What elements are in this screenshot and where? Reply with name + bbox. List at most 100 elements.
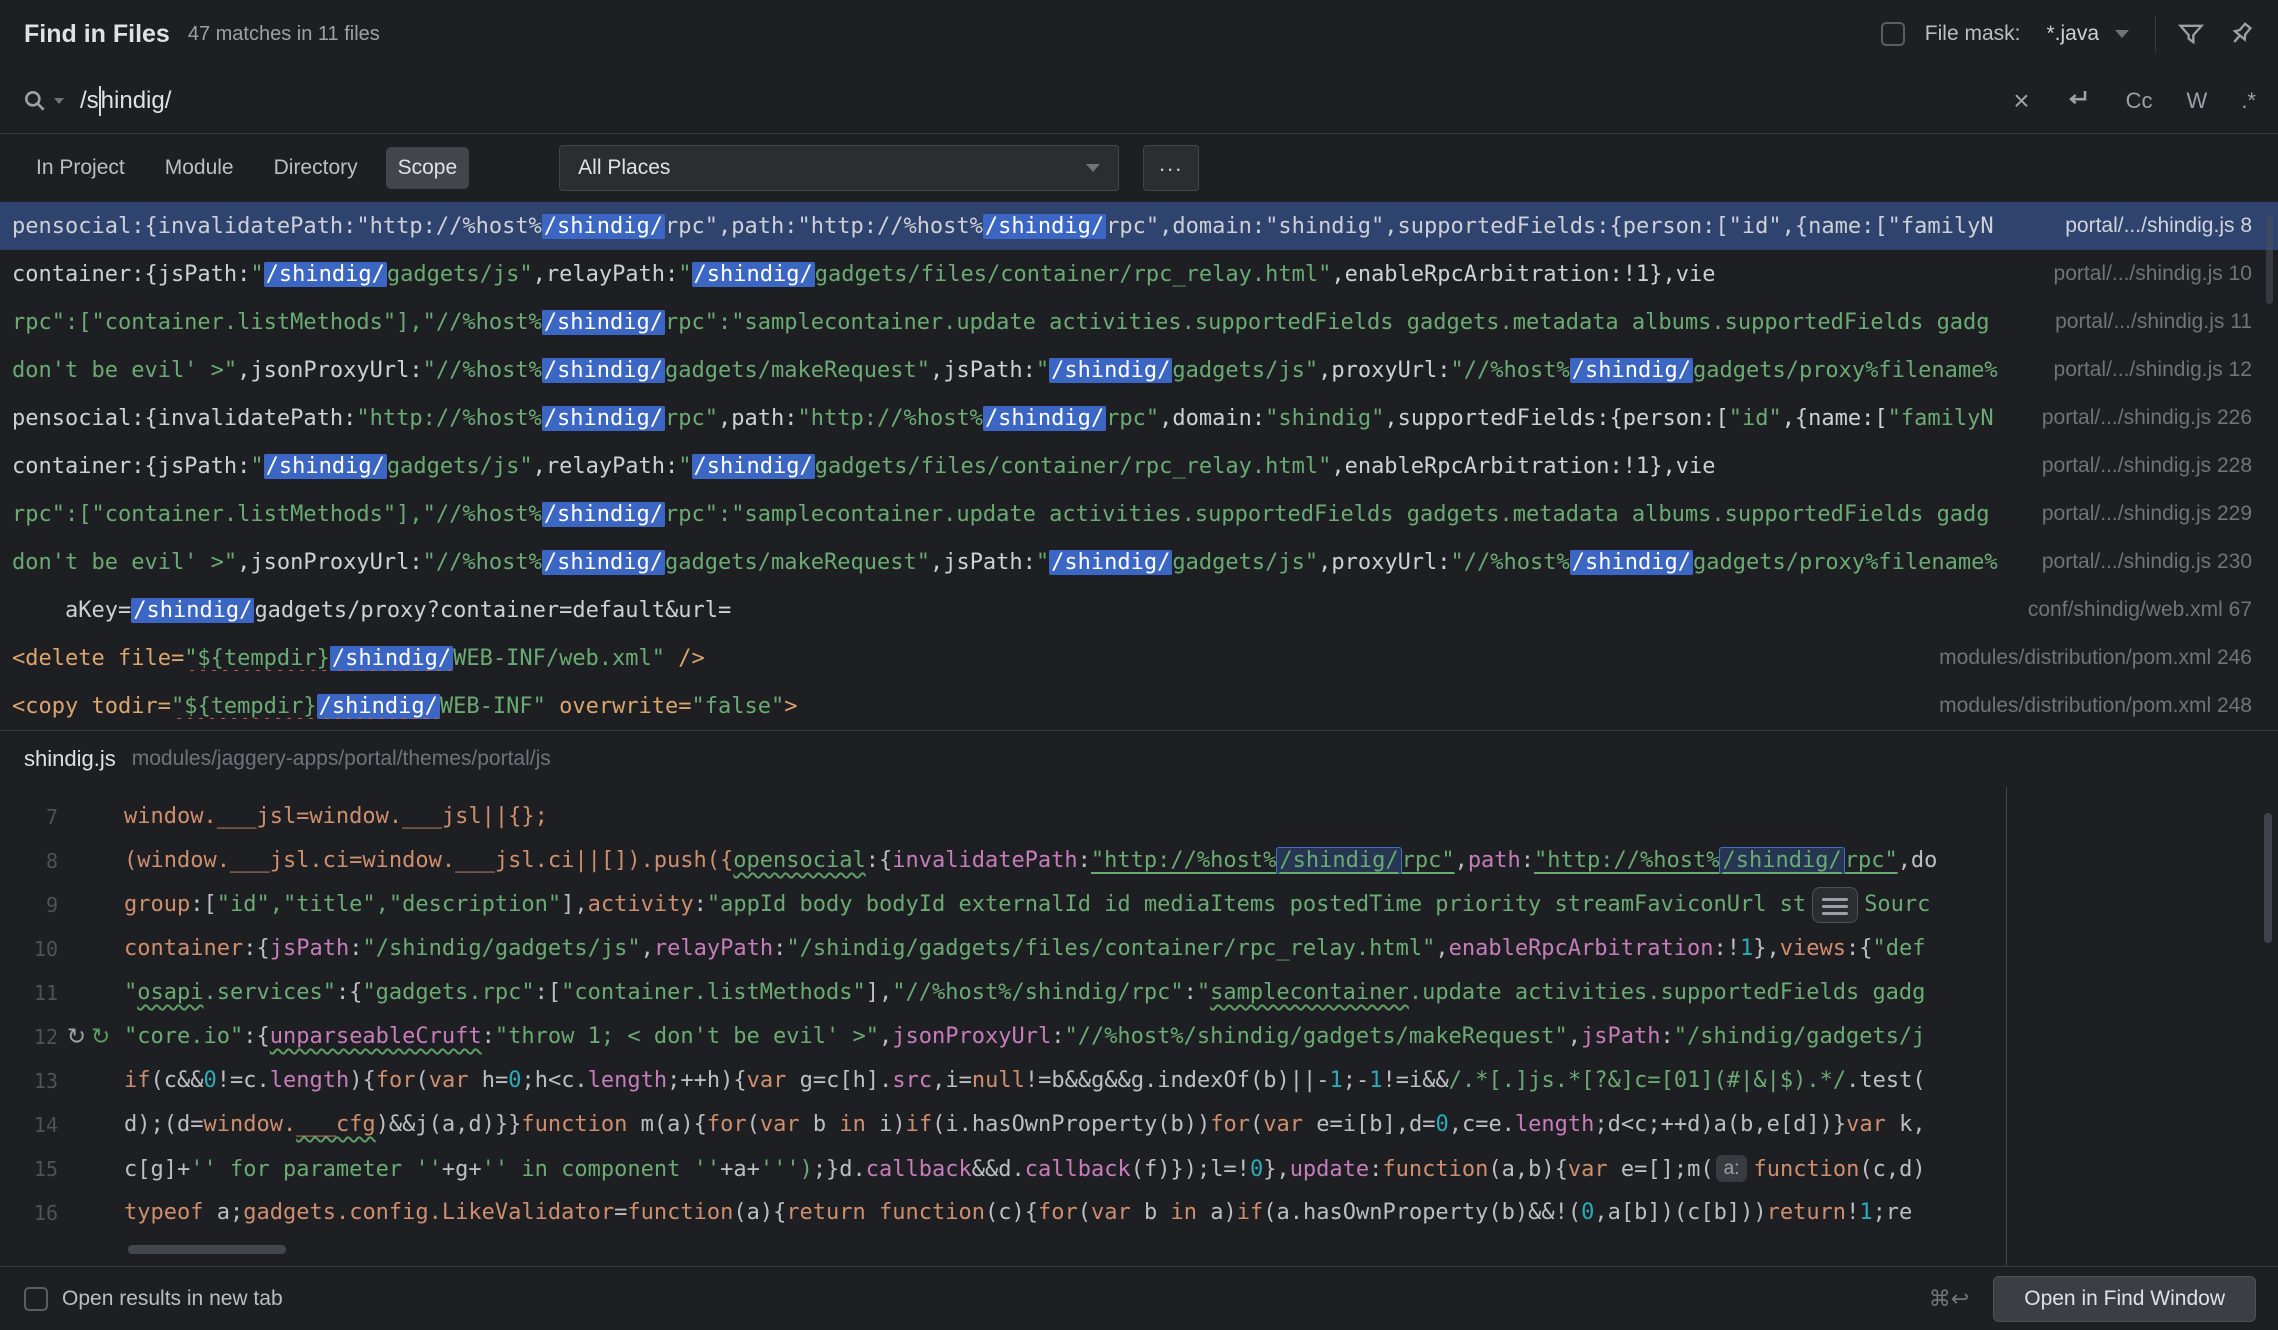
code-segment: window. (203, 1112, 296, 1137)
insert-newline-icon[interactable] (2064, 84, 2092, 118)
code-segment: = (614, 1200, 627, 1225)
code-segment: container (124, 936, 243, 961)
line-number: 8 (0, 839, 58, 883)
match-highlight: /shindig/ (1276, 847, 1401, 874)
code-segment: (c,d) (1859, 1157, 1925, 1182)
code-line[interactable]: 13if(c&&0!=c.length){for(var h=0;h<c.len… (0, 1059, 2278, 1103)
code-line[interactable]: 14d);(d=window.___cfg)&&j(a,d)}}function… (0, 1103, 2278, 1147)
result-row[interactable]: rpc":["container.listMethods"],"//%host%… (0, 490, 2278, 538)
words-toggle[interactable]: W (2187, 88, 2208, 114)
search-input[interactable]: /s hindig/ (80, 86, 171, 116)
result-row[interactable]: don't be evil' >",jsonProxyUrl:"//%host%… (0, 538, 2278, 586)
code-segment: ,proxyUrl: (1318, 358, 1450, 383)
code-line[interactable]: 7window.___jsl=window.___jsl||{}; (0, 795, 2278, 839)
result-row[interactable]: container:{jsPath:"/shindig/gadgets/js",… (0, 442, 2278, 490)
code-segment: gadgets/js" (387, 262, 533, 287)
code-segment: ,supportedFields:{person:[ (1384, 406, 1728, 431)
code-segment: in (839, 1112, 866, 1137)
code-segment: enableRpcArbitration (1449, 936, 1714, 961)
code-segment: "//%host%/shindig/gadgets/makeRequest" (1064, 1024, 1567, 1049)
file-mask-combo[interactable]: *.java (2040, 18, 2135, 50)
results-scrollbar[interactable] (2266, 216, 2273, 304)
code-segment: "${tempdir} (184, 646, 330, 671)
gutter-icon-area (58, 883, 124, 927)
code-segment: ,a[b])(c[b])) (1594, 1200, 1766, 1225)
code-segment: "http://%host% (356, 406, 541, 431)
scope-places-combo[interactable]: All Places (559, 145, 1119, 191)
match-case-toggle[interactable]: Cc (2126, 88, 2153, 114)
result-location: portal/.../shindig.js 8 (2065, 214, 2252, 238)
regex-toggle[interactable]: .* (2241, 88, 2256, 114)
result-row[interactable]: pensocial:{invalidatePath:"http://%host%… (0, 394, 2278, 442)
result-row[interactable]: rpc":["container.listMethods"],"//%host%… (0, 298, 2278, 346)
code-line[interactable]: 8(window.___jsl.ci=window.___jsl.ci||[])… (0, 839, 2278, 883)
search-icon[interactable] (22, 88, 64, 114)
code-line[interactable]: 12↻↻"core.io":{unparseableCruft:"throw 1… (0, 1015, 2278, 1059)
editor[interactable]: 7window.___jsl=window.___jsl||{};8(windo… (0, 787, 2278, 1266)
code-segment: (f)});l=! (1131, 1157, 1250, 1182)
code-segment: : (349, 936, 362, 961)
results-list: pensocial:{invalidatePath:"http://%host%… (0, 202, 2278, 730)
match-highlight: /shindig/ (1049, 358, 1172, 383)
result-location: conf/shindig/web.xml 67 (2028, 598, 2252, 622)
code-segment: "http://%host% (798, 406, 983, 431)
editor-vertical-scrollbar[interactable] (2264, 813, 2272, 943)
code-text: typeof a;gadgets.config.LikeValidator=fu… (124, 1191, 2278, 1235)
gutter-icon-area (58, 1059, 124, 1103)
result-text: container:{jsPath:"/shindig/gadgets/js",… (12, 454, 2016, 479)
open-results-new-tab-checkbox[interactable] (24, 1287, 48, 1311)
scope-tab-in-project[interactable]: In Project (24, 147, 137, 189)
divider (2155, 16, 2156, 52)
recursive-call-icon[interactable]: ↻ (67, 1024, 91, 1050)
code-segment: Sourc (1864, 892, 1930, 917)
result-row[interactable]: aKey=/shindig/gadgets/proxy?container=de… (0, 586, 2278, 634)
result-row[interactable]: pensocial:{invalidatePath:"http://%host%… (0, 202, 2278, 250)
code-segment: (a.hasOwnProperty(b)&&!( (1263, 1200, 1581, 1225)
code-segment: !=i&& (1383, 1068, 1449, 1093)
code-segment: views (1780, 936, 1846, 961)
code-segment: 1 (1740, 936, 1753, 961)
file-mask-checkbox[interactable] (1881, 22, 1905, 46)
code-segment: var (1846, 1112, 1886, 1137)
code-segment: ;++h){ (667, 1068, 746, 1093)
code-line[interactable]: 16typeof a;gadgets.config.LikeValidator=… (0, 1191, 2278, 1235)
clear-search-icon[interactable]: × (2013, 87, 2029, 115)
code-segment: ( (1250, 1112, 1263, 1137)
result-row[interactable]: <copy todir="${tempdir}/shindig/WEB-INF"… (0, 682, 2278, 730)
code-segment: "shindig" (1265, 406, 1384, 431)
scope-more-button[interactable]: ... (1143, 145, 1199, 191)
scope-tab-module[interactable]: Module (153, 147, 246, 189)
code-line[interactable]: 11"osapi.services":{"gadgets.rpc":["cont… (0, 971, 2278, 1015)
scope-tab-directory[interactable]: Directory (262, 147, 370, 189)
gutter-icon-area (58, 1147, 124, 1191)
result-location: modules/distribution/pom.xml 246 (1939, 646, 2252, 670)
scope-tab-scope[interactable]: Scope (386, 147, 470, 189)
code-segment: ,jsPath: (930, 358, 1036, 383)
recursive-call-icon[interactable]: ↻ (91, 1024, 115, 1050)
open-in-find-window-button[interactable]: Open in Find Window (1993, 1276, 2256, 1322)
soft-wrap-icon[interactable] (1812, 887, 1858, 923)
code-segment: &&d. (972, 1157, 1025, 1182)
search-field[interactable]: /s hindig/ × Cc W .* (0, 68, 2278, 134)
code-segment: ''') (760, 1157, 813, 1182)
code-segment: e=i[b],d= (1303, 1112, 1435, 1137)
result-row[interactable]: container:{jsPath:"/shindig/gadgets/js",… (0, 250, 2278, 298)
code-line[interactable]: 9group:["id","title","description"],acti… (0, 883, 2278, 927)
code-segment: (i.hasOwnProperty(b)) (932, 1112, 1210, 1137)
result-row[interactable]: don't be evil' >",jsonProxyUrl:"//%host%… (0, 346, 2278, 394)
code-segment: " (678, 454, 691, 479)
code-segment: if (906, 1112, 933, 1137)
code-segment: gadgets/files/container/rpc_relay.html" (815, 262, 1332, 287)
code-segment: : (1369, 1157, 1382, 1182)
result-row[interactable]: <delete file="${tempdir}/shindig/WEB-INF… (0, 634, 2278, 682)
code-segment: 0 (203, 1068, 216, 1093)
editor-horizontal-scrollbar[interactable] (128, 1245, 286, 1254)
result-location: portal/.../shindig.js 229 (2042, 502, 2252, 526)
code-line[interactable]: 10container:{jsPath:"/shindig/gadgets/js… (0, 927, 2278, 971)
code-segment: (a){ (733, 1200, 786, 1225)
filter-icon[interactable] (2176, 19, 2206, 49)
pin-icon[interactable] (2226, 19, 2256, 49)
code-line[interactable]: 15c[g]+'' for parameter ''+g+'' in compo… (0, 1147, 2278, 1191)
code-segment: unparseableCruft (270, 1024, 482, 1049)
code-segment: (c&& (151, 1068, 204, 1093)
